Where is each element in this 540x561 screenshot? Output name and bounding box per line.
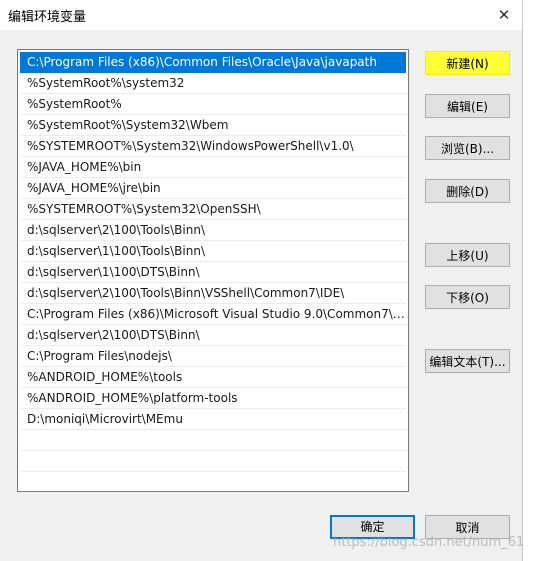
path-list-item[interactable]: %SYSTEMROOT%\System32\WindowsPowerShell\…	[20, 136, 406, 157]
path-list-item[interactable]: d:\sqlserver\1\100\DTS\Binn\	[20, 262, 406, 283]
browse-button[interactable]: 浏览(B)...	[425, 136, 510, 160]
edit-button[interactable]: 编辑(E)	[425, 94, 510, 118]
close-icon: ✕	[497, 6, 511, 24]
path-list-item[interactable]: %SYSTEMROOT%\System32\OpenSSH\	[20, 199, 406, 220]
path-list-item[interactable]: D:\moniqi\Microvirt\MEmu	[20, 409, 406, 430]
path-list[interactable]: C:\Program Files (x86)\Common Files\Orac…	[17, 49, 409, 492]
window-title: 编辑环境变量	[8, 10, 87, 25]
path-list-item[interactable]: %ANDROID_HOME%\platform-tools	[20, 388, 406, 409]
watermark: https://blog.csdn.net/num_61	[333, 535, 525, 550]
path-list-empty-row[interactable]	[20, 472, 406, 491]
path-list-item[interactable]: d:\sqlserver\1\100\Tools\Binn\	[20, 241, 406, 262]
move-up-button[interactable]: 上移(U)	[425, 243, 510, 267]
new-button[interactable]: 新建(N)	[425, 51, 510, 75]
path-list-item[interactable]: %JAVA_HOME%\jre\bin	[20, 178, 406, 199]
path-list-item[interactable]: %ANDROID_HOME%\tools	[20, 367, 406, 388]
edit-env-var-dialog: 编辑环境变量 ✕ C:\Program Files (x86)\Common F…	[0, 0, 523, 561]
path-list-item[interactable]: C:\Program Files (x86)\Common Files\Orac…	[20, 52, 406, 73]
path-list-item[interactable]: %SystemRoot%\System32\Wbem	[20, 115, 406, 136]
path-list-item[interactable]: d:\sqlserver\2\100\DTS\Binn\	[20, 325, 406, 346]
path-list-empty-row[interactable]	[20, 430, 406, 451]
delete-button[interactable]: 删除(D)	[425, 179, 510, 203]
move-down-button[interactable]: 下移(O)	[425, 285, 510, 309]
path-list-item[interactable]: C:\Program Files (x86)\Microsoft Visual …	[20, 304, 406, 325]
title-bar: 编辑环境变量 ✕	[0, 0, 522, 30]
path-list-item[interactable]: C:\Program Files\nodejs\	[20, 346, 406, 367]
path-list-item[interactable]: d:\sqlserver\2\100\Tools\Binn\	[20, 220, 406, 241]
edit-text-button[interactable]: 编辑文本(T)...	[425, 349, 510, 373]
path-list-item[interactable]: %JAVA_HOME%\bin	[20, 157, 406, 178]
close-button[interactable]: ✕	[486, 0, 522, 30]
path-list-item[interactable]: %SystemRoot%	[20, 94, 406, 115]
path-list-item[interactable]: %SystemRoot%\system32	[20, 73, 406, 94]
path-list-empty-row[interactable]	[20, 451, 406, 472]
path-list-item[interactable]: d:\sqlserver\2\100\Tools\Binn\VSShell\Co…	[20, 283, 406, 304]
